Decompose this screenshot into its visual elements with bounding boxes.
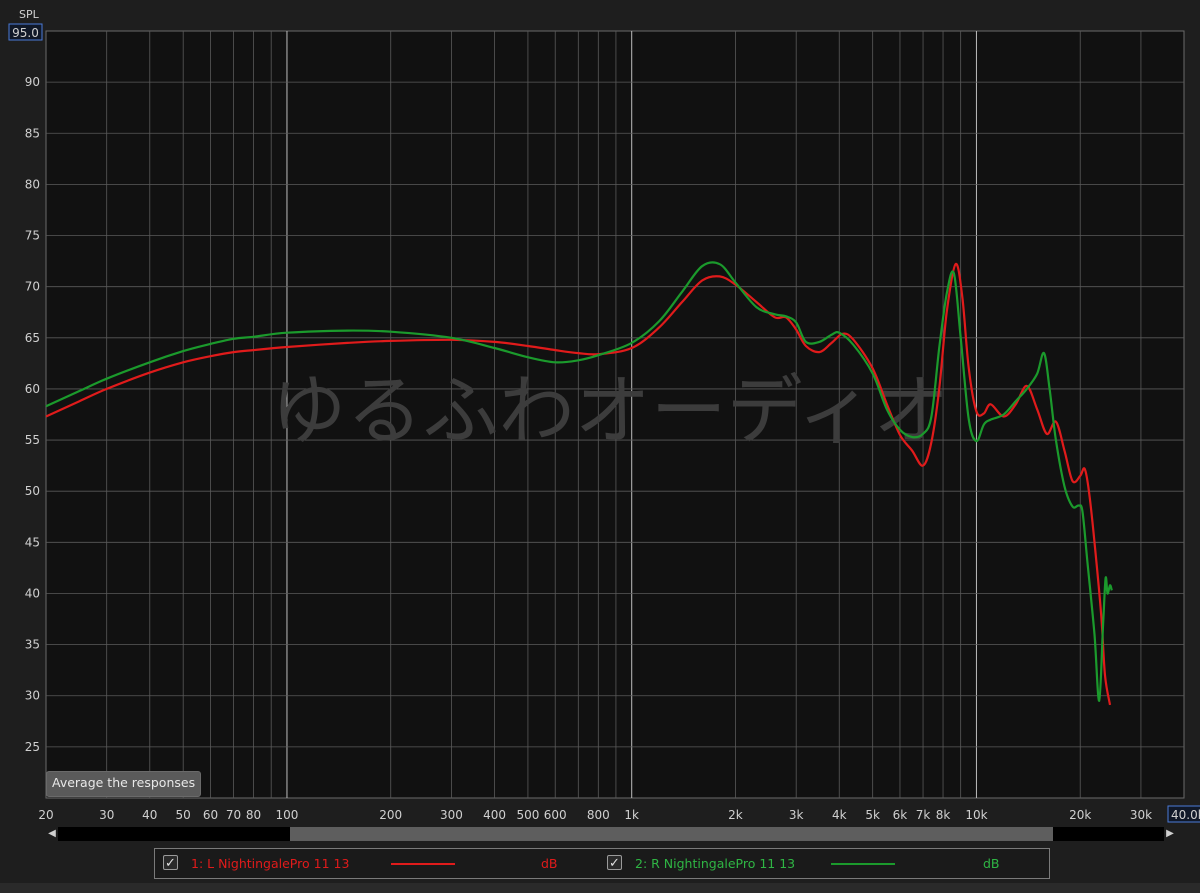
y-axis-ticks: 25 30 35 40 45 50 55 60 65 70 75 80 85 90	[25, 75, 40, 754]
y-tick-label: 30	[25, 689, 40, 703]
legend-checkbox-left[interactable]: ✓	[163, 855, 178, 871]
x-max-value[interactable]: 40.0k	[1171, 808, 1200, 822]
legend-unit-right: dB	[983, 856, 1000, 871]
y-tick-label: 40	[25, 586, 40, 600]
y-tick-label: 80	[25, 177, 40, 191]
legend-entry-left[interactable]: ✓ 1: L NightingalePro 11 13 dB	[163, 849, 583, 878]
x-tick-label: 80	[246, 808, 261, 822]
scroll-thumb[interactable]	[290, 827, 1054, 841]
x-tick-label: 400	[483, 808, 506, 822]
legend-unit-left: dB	[541, 856, 558, 871]
x-tick-label: 500	[516, 808, 539, 822]
legend-checkbox-right[interactable]: ✓	[607, 855, 622, 871]
x-tick-label: 1k	[624, 808, 639, 822]
y-axis-label: SPL	[19, 8, 40, 21]
x-tick-label: 60	[203, 808, 218, 822]
legend-label-left: 1: L NightingalePro 11 13	[191, 856, 350, 871]
scroll-track[interactable]	[58, 827, 1164, 841]
x-tick-label: 2k	[728, 808, 743, 822]
x-tick-label: 7k	[916, 808, 931, 822]
x-tick-label: 6k	[893, 808, 908, 822]
x-axis-ticks: 20 30 40 50 60 70 80 100 200 300 400 500 600 800 1k 2k 3…	[38, 808, 1152, 822]
y-tick-label: 75	[25, 229, 40, 243]
y-tick-label: 45	[25, 535, 40, 549]
x-tick-label: 300	[440, 808, 463, 822]
x-tick-label: 3k	[789, 808, 804, 822]
x-tick-label: 100	[276, 808, 299, 822]
y-tick-label: 25	[25, 740, 40, 754]
legend-entry-right[interactable]: ✓ 2: R NightingalePro 11 13 dB	[607, 849, 1027, 878]
x-tick-label: 5k	[865, 808, 880, 822]
x-tick-label: 70	[226, 808, 241, 822]
x-tick-label: 30	[99, 808, 114, 822]
y-tick-label: 55	[25, 433, 40, 447]
x-tick-label: 50	[176, 808, 191, 822]
x-tick-label: 4k	[832, 808, 847, 822]
y-tick-label: 50	[25, 484, 40, 498]
y-tick-label: 90	[25, 75, 40, 89]
y-tick-label: 85	[25, 126, 40, 140]
x-tick-label: 800	[587, 808, 610, 822]
x-tick-label: 30k	[1130, 808, 1152, 822]
frequency-response-chart[interactable]: ゆるふわオーディオ 25 30 35 40 45 50 55 60 65 70 75 80 85 90 2…	[0, 0, 1200, 825]
status-strip	[0, 883, 1200, 893]
horizontal-scrollbar[interactable]: ◀ ▶	[46, 825, 1176, 843]
x-tick-label: 200	[379, 808, 402, 822]
average-responses-button[interactable]: Average the responses	[46, 771, 202, 797]
scroll-left-icon[interactable]: ◀	[46, 825, 58, 843]
y-max-value[interactable]: 95.0	[12, 26, 39, 40]
x-tick-label: 40	[142, 808, 157, 822]
scroll-right-icon[interactable]: ▶	[1164, 825, 1176, 843]
legend-label-right: 2: R NightingalePro 11 13	[635, 856, 796, 871]
y-max-box[interactable]: 95.0	[8, 23, 43, 41]
y-tick-label: 65	[25, 331, 40, 345]
x-tick-label: 10k	[965, 808, 987, 822]
x-tick-label: 600	[544, 808, 567, 822]
x-tick-label: 20k	[1069, 808, 1091, 822]
y-tick-label: 60	[25, 382, 40, 396]
legend-swatch-left	[391, 863, 455, 865]
x-tick-label: 20	[38, 808, 53, 822]
legend-swatch-right	[831, 863, 895, 865]
legend: ✓ 1: L NightingalePro 11 13 dB ✓ 2: R Ni…	[154, 848, 1050, 879]
x-max-box[interactable]: 40.0k	[1167, 805, 1200, 823]
x-tick-label: 8k	[936, 808, 951, 822]
y-tick-label: 35	[25, 638, 40, 652]
watermark: ゆるふわオーディオ	[271, 366, 950, 455]
y-tick-label: 70	[25, 280, 40, 294]
